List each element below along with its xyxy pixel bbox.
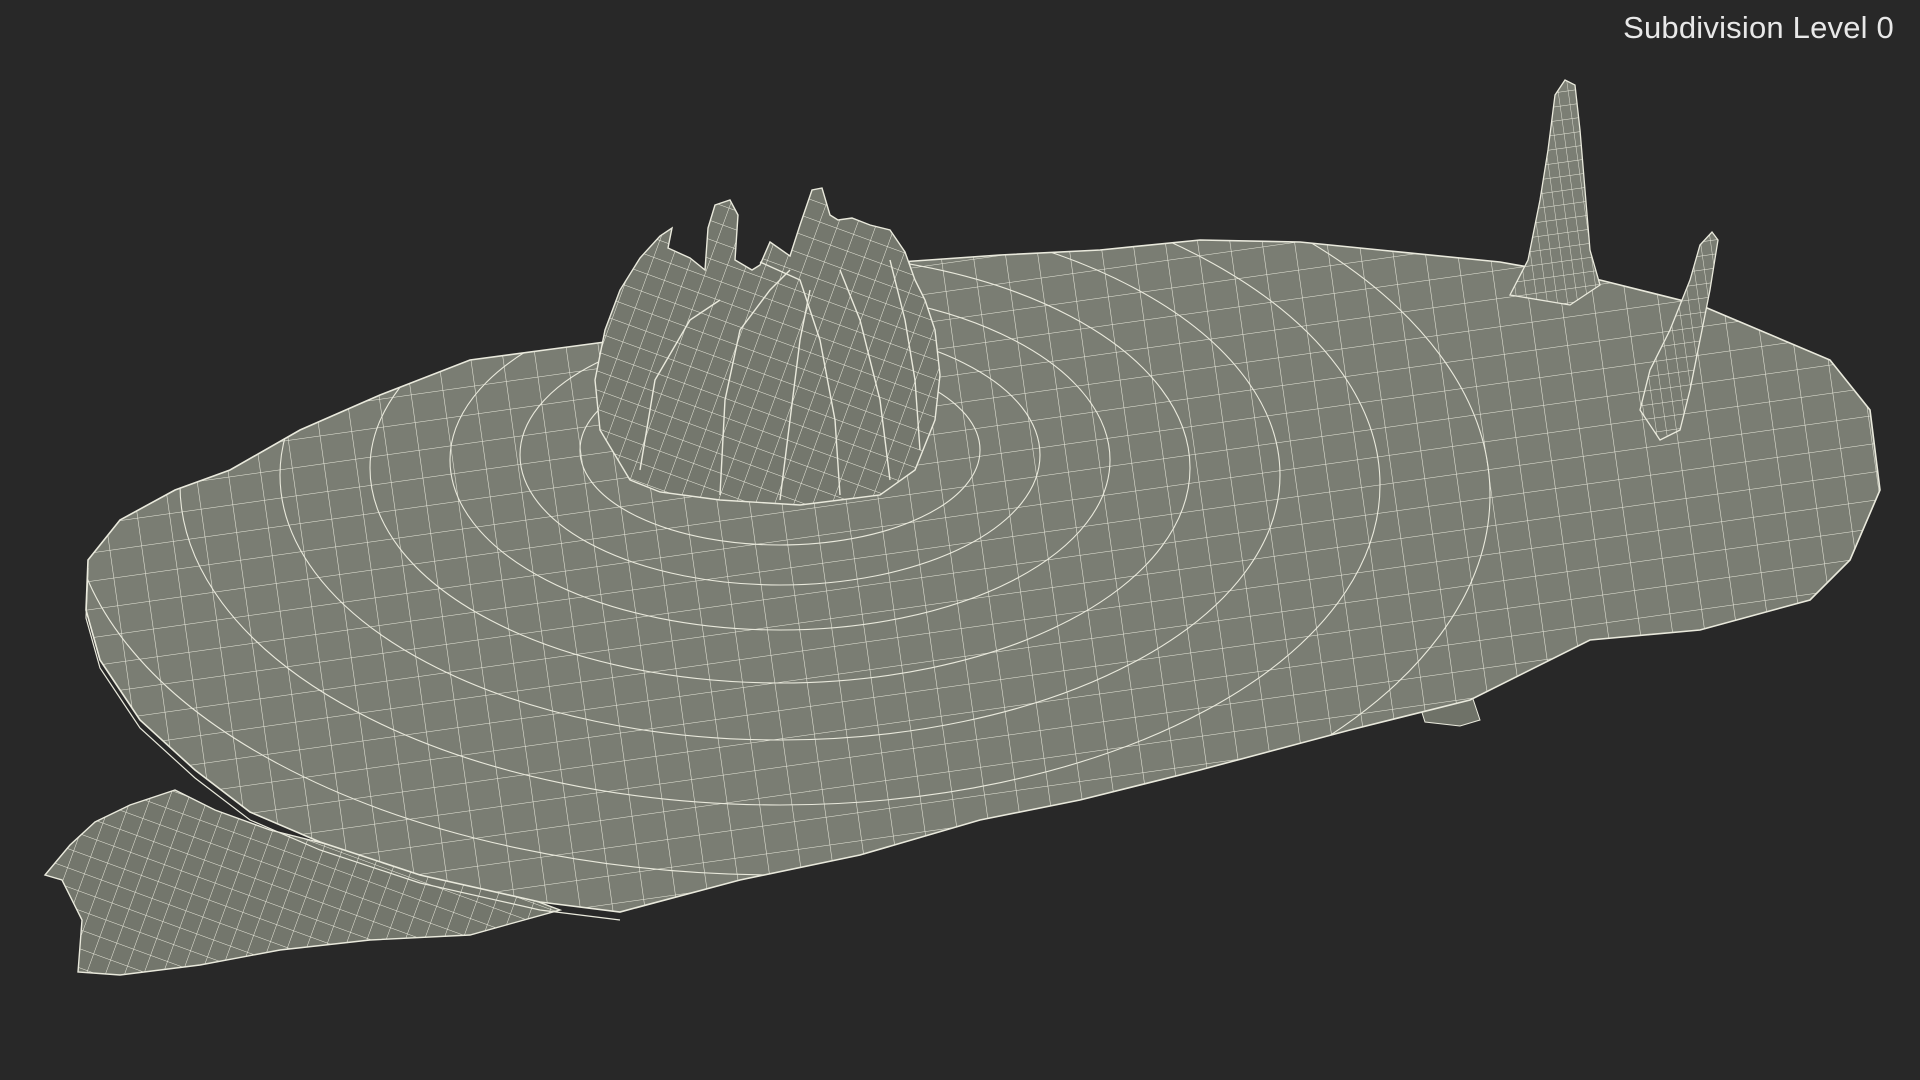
subdivision-level-label: Subdivision Level 0 [1623, 10, 1894, 45]
model-render [43, 79, 1881, 976]
model-mantle [85, 239, 1881, 921]
model-gill-cluster [594, 187, 941, 506]
render-viewport[interactable]: Subdivision Level 0 [0, 0, 1920, 1080]
